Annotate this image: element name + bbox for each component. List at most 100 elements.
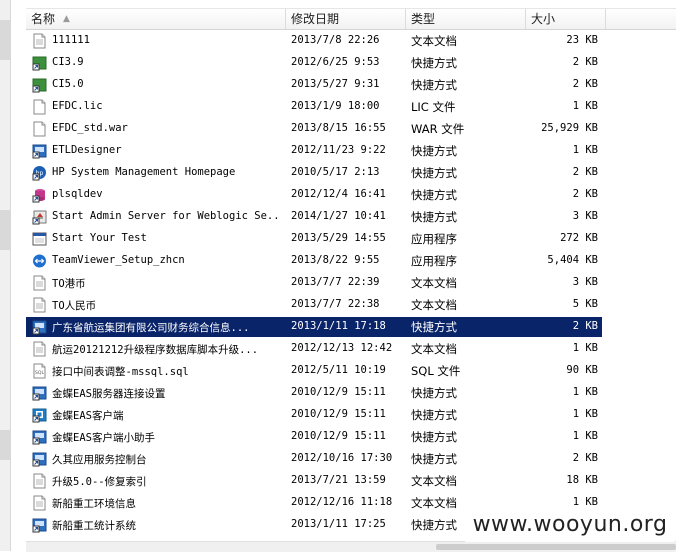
file-name: CI5.0	[52, 78, 84, 90]
file-type: 文本文档	[411, 496, 457, 510]
file-name: TO港币	[52, 278, 86, 290]
text-file-icon	[32, 473, 47, 489]
file-size: 90 KB	[566, 364, 598, 376]
file-size: 2 KB	[572, 452, 598, 464]
file-name: 金蝶EAS客户端	[52, 410, 124, 422]
file-row[interactable]: CI5.0 2013/5/27 9:31 快捷方式 2 KB	[26, 75, 602, 95]
column-header-date[interactable]: 修改日期	[286, 9, 406, 29]
nav-pane-segment	[0, 20, 10, 60]
file-size: 1 KB	[572, 144, 598, 156]
file-name: EFDC.lic	[52, 100, 103, 112]
column-header-type[interactable]: 类型	[406, 9, 526, 29]
watermark-text: www.wooyun.org	[465, 508, 675, 542]
file-name: 金蝶EAS服务器连接设置	[52, 388, 166, 400]
file-row[interactable]: hp HP System Management Homepage 2010/5/17…	[26, 163, 602, 183]
text-file-icon	[32, 297, 47, 313]
file-modified-date: 2013/5/29 14:55	[291, 232, 386, 244]
hp-shortcut-icon: hp	[32, 165, 47, 181]
file-size: 272 KB	[560, 232, 598, 244]
file-modified-date: 2013/1/9 18:00	[291, 100, 380, 112]
file-name: TeamViewer_Setup_zhcn	[52, 254, 185, 266]
horizontal-scrollbar[interactable]	[26, 541, 676, 552]
file-name: plsqldev	[52, 188, 103, 200]
file-row[interactable]: plsqldev 2012/12/4 16:41 快捷方式 2 KB	[26, 185, 602, 205]
svg-text:SQL: SQL	[35, 370, 44, 376]
file-name: 111111	[52, 34, 90, 46]
file-size: 25,929 KB	[541, 122, 598, 134]
file-type: 快捷方式	[411, 188, 457, 202]
column-header-size-label: 大小	[531, 12, 556, 26]
nav-pane-segment	[0, 210, 10, 250]
file-row[interactable]: EFDC_std.war 2013/8/15 16:55 WAR 文件 25,929 …	[26, 119, 602, 139]
file-size: 5,404 KB	[547, 254, 598, 266]
file-name: 广东省航运集团有限公司财务综合信息...	[52, 322, 250, 334]
file-modified-date: 2013/5/27 9:31	[291, 78, 380, 90]
file-type: 快捷方式	[411, 56, 457, 70]
file-row[interactable]: 111111 2013/7/8 22:26 文本文档 23 KB	[26, 31, 602, 51]
file-name: 新船重工统计系统	[52, 520, 136, 532]
file-row[interactable]: Start Admin Server for Weblogic Se... 201…	[26, 207, 602, 227]
file-size: 1 KB	[572, 408, 598, 420]
file-row[interactable]: 航运20121212升级程序数据库脚本升级... 2012/12/13 12:42…	[26, 339, 602, 359]
file-row[interactable]: TeamViewer_Setup_zhcn 2013/8/22 9:55 应用程序 5…	[26, 251, 602, 271]
file-row[interactable]: 升级5.0--修复索引 2013/7/21 13:59 文本文档 18 KB	[26, 471, 602, 491]
file-row[interactable]: SQL 接口中间表调整-mssql.sql 2012/5/11 10:19 SQL 文…	[26, 361, 602, 381]
file-row[interactable]: 广东省航运集团有限公司财务综合信息... 2013/1/11 17:18 快捷方式 2…	[26, 317, 602, 337]
eas-shortcut-icon	[32, 407, 47, 423]
file-type: LIC 文件	[411, 100, 456, 114]
file-type: 快捷方式	[411, 430, 457, 444]
file-row[interactable]: Start Your Test 2013/5/29 14:55 应用程序 272 KB	[26, 229, 602, 249]
file-name: 新船重工环境信息	[52, 498, 136, 510]
file-row[interactable]: ETLDesigner 2012/11/23 9:22 快捷方式 1 KB	[26, 141, 602, 161]
file-row[interactable]: 久其应用服务控制台 2012/10/16 17:30 快捷方式 2 KB	[26, 449, 602, 469]
file-type: 快捷方式	[411, 408, 457, 422]
application-icon	[32, 231, 47, 247]
database-shortcut-icon	[32, 187, 47, 203]
file-row[interactable]: 金蝶EAS服务器连接设置 2010/12/9 15:11 快捷方式 1 KB	[26, 383, 602, 403]
file-type: 文本文档	[411, 298, 457, 312]
file-size: 1 KB	[572, 100, 598, 112]
nav-pane-segment	[0, 430, 10, 460]
file-name: Start Your Test	[52, 232, 147, 244]
file-size: 5 KB	[572, 298, 598, 310]
file-name: CI3.9	[52, 56, 84, 68]
file-type: 快捷方式	[411, 386, 457, 400]
file-modified-date: 2010/12/9 15:11	[291, 408, 386, 420]
file-name: Start Admin Server for Weblogic Se...	[52, 210, 282, 222]
file-type: SQL 文件	[411, 364, 461, 378]
column-header-name[interactable]: 名称 ▲	[26, 9, 286, 29]
file-row[interactable]: CI3.9 2012/6/25 9:53 快捷方式 2 KB	[26, 53, 602, 73]
file-type: 快捷方式	[411, 166, 457, 180]
file-size: 2 KB	[572, 166, 598, 178]
file-size: 1 KB	[572, 430, 598, 442]
file-modified-date: 2010/12/9 15:11	[291, 430, 386, 442]
column-header-date-label: 修改日期	[291, 12, 340, 26]
file-name: 金蝶EAS客户端小助手	[52, 432, 155, 444]
sql-file-icon: SQL	[32, 363, 47, 379]
file-modified-date: 2013/7/21 13:59	[291, 474, 386, 486]
file-row[interactable]: EFDC.lic 2013/1/9 18:00 LIC 文件 1 KB	[26, 97, 602, 117]
app-shortcut-icon	[32, 143, 47, 159]
file-row[interactable]: TO人民币 2013/7/7 22:38 文本文档 5 KB	[26, 295, 602, 315]
teamviewer-icon	[32, 253, 47, 269]
file-type: 快捷方式	[411, 518, 457, 532]
file-modified-date: 2012/12/16 11:18	[291, 496, 393, 508]
file-size: 2 KB	[572, 78, 598, 90]
text-file-icon	[32, 33, 47, 49]
file-row[interactable]: 金蝶EAS客户端小助手 2010/12/9 15:11 快捷方式 1 KB	[26, 427, 602, 447]
file-modified-date: 2012/12/4 16:41	[291, 188, 386, 200]
file-row[interactable]: TO港币 2013/7/7 22:39 文本文档 3 KB	[26, 273, 602, 293]
file-type: 应用程序	[411, 232, 457, 246]
file-modified-date: 2010/5/17 2:13	[291, 166, 380, 178]
app-shortcut-icon	[32, 429, 47, 445]
file-modified-date: 2012/11/23 9:22	[291, 144, 386, 156]
file-name: 久其应用服务控制台	[52, 454, 147, 466]
column-header-size[interactable]: 大小	[526, 9, 606, 29]
server-shortcut-icon	[32, 209, 47, 225]
file-type: 文本文档	[411, 34, 457, 48]
file-size: 3 KB	[572, 210, 598, 222]
file-type: 快捷方式	[411, 144, 457, 158]
scrollbar-thumb[interactable]	[436, 544, 676, 550]
file-type: 快捷方式	[411, 452, 457, 466]
file-row[interactable]: 金蝶EAS客户端 2010/12/9 15:11 快捷方式 1 KB	[26, 405, 602, 425]
